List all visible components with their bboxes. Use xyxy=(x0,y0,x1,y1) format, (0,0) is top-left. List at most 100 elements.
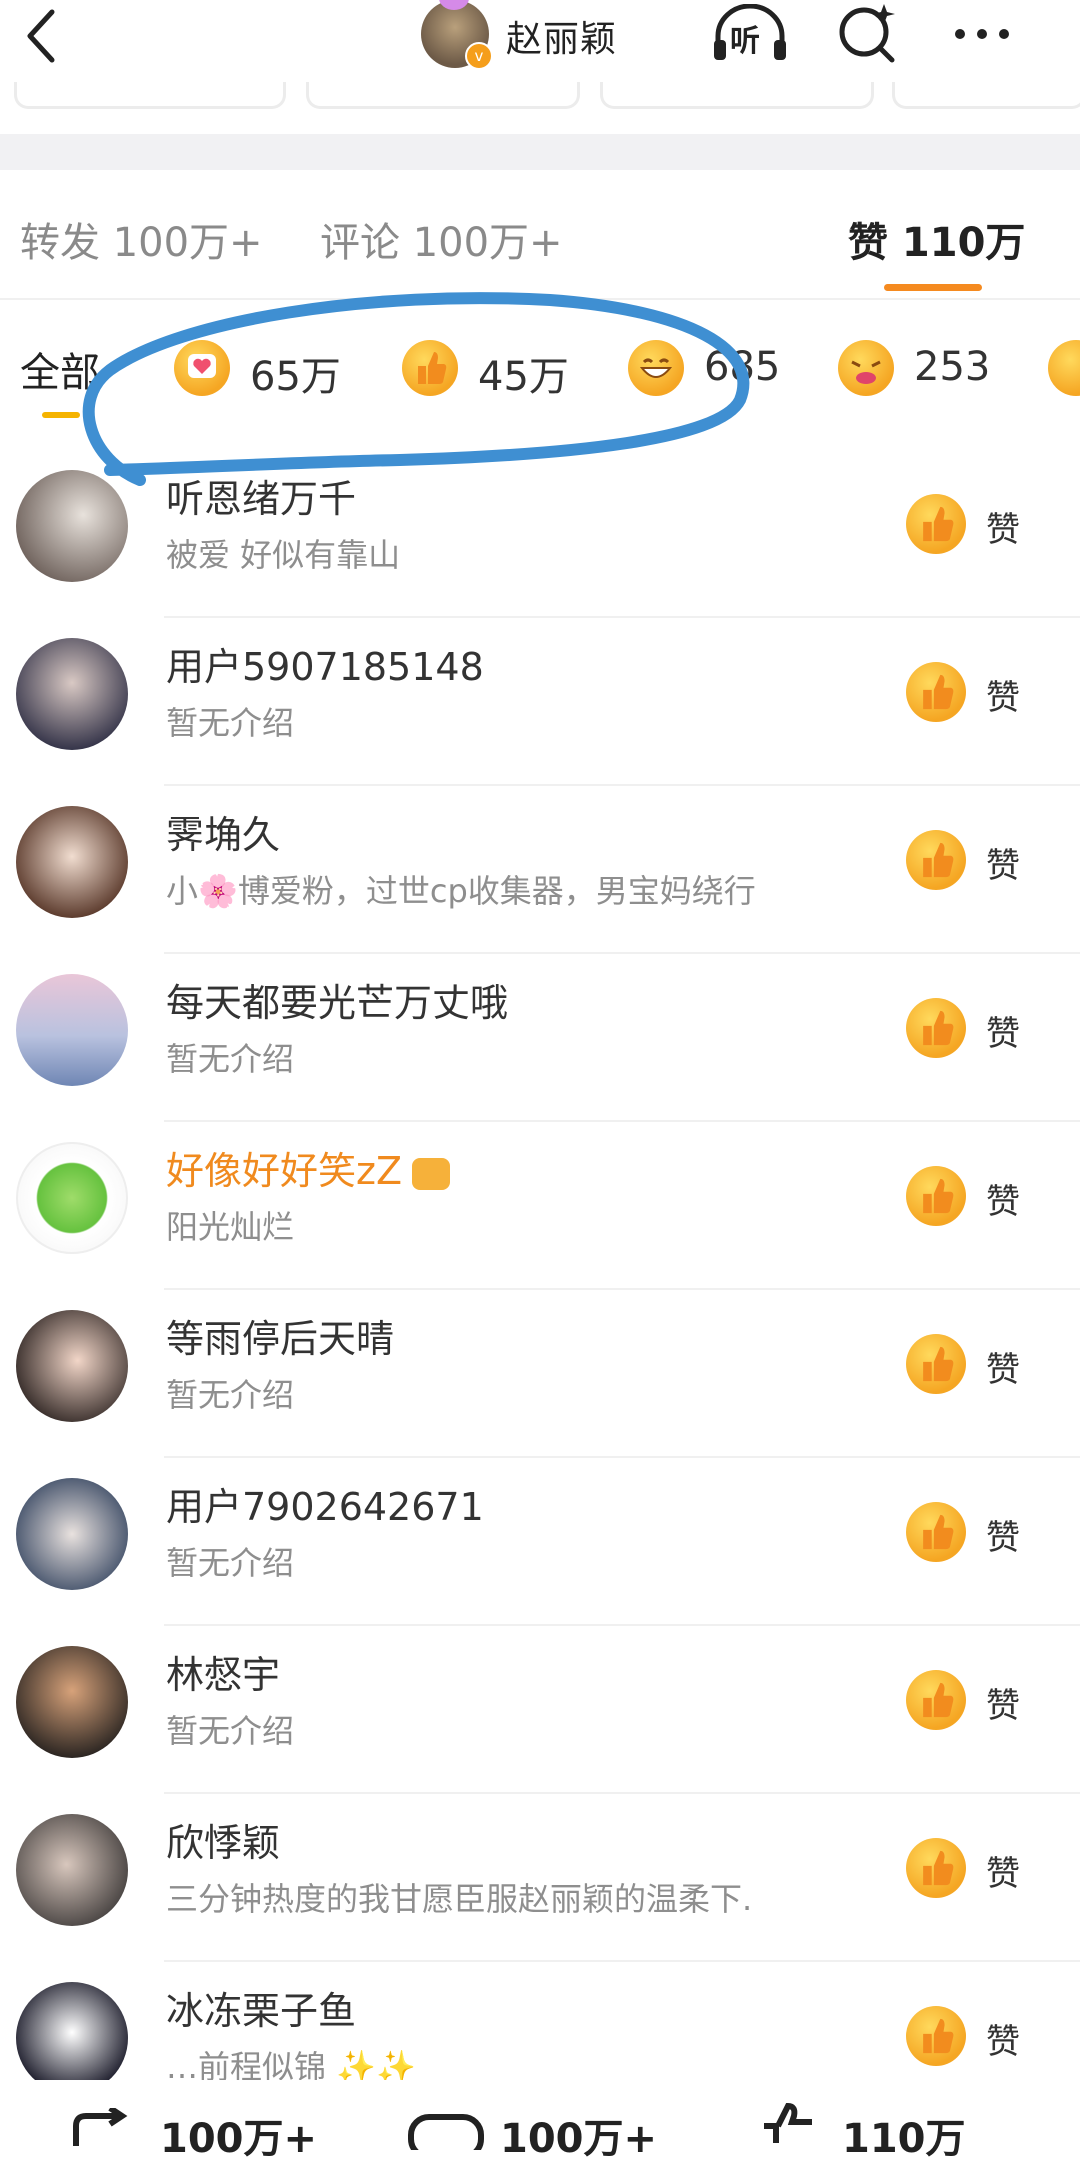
user-bio: 暂无介绍 xyxy=(166,1712,295,1750)
list-item[interactable]: 林惄宇 暂无介绍 赞 xyxy=(0,1626,1080,1794)
like-label: 赞 xyxy=(986,2022,1020,2062)
like-button[interactable]: 赞 xyxy=(906,494,1038,556)
avatar[interactable] xyxy=(16,1478,128,1590)
back-arrow-icon[interactable] xyxy=(22,8,62,64)
filter-all-indicator xyxy=(42,412,80,418)
search-icon[interactable] xyxy=(836,0,900,64)
list-item[interactable]: 用户5907185148 暂无介绍 赞 xyxy=(0,618,1080,786)
vip-crown-icon xyxy=(411,1157,450,1190)
thumbs-up-icon xyxy=(906,1838,966,1898)
list-item[interactable]: 欣悸颖 三分钟热度的我甘愿臣服赵丽颖的温柔下. 赞 xyxy=(0,1794,1080,1962)
list-item[interactable]: 等雨停后天晴 暂无介绍 赞 xyxy=(0,1290,1080,1458)
user-name[interactable]: 每天都要光芒万丈哦 xyxy=(166,972,508,1027)
avatar[interactable] xyxy=(16,1142,128,1254)
user-bio: 小🌸博爱粉，过世cp收集器，男宝妈绕行 xyxy=(166,872,756,910)
listen-headphones-icon[interactable]: 听 xyxy=(710,3,790,64)
avatar[interactable] xyxy=(16,1646,128,1758)
list-item[interactable]: 每天都要光芒万丈哦 暂无介绍 赞 xyxy=(0,954,1080,1122)
repost-count[interactable]: 100万+ xyxy=(160,2106,317,2164)
user-bio: 暂无介绍 xyxy=(166,704,295,742)
repost-icon[interactable] xyxy=(70,2108,140,2148)
user-bio: 暂无介绍 xyxy=(166,1376,295,1414)
thumbs-up-icon xyxy=(906,1502,966,1562)
avatar[interactable] xyxy=(16,806,128,918)
section-divider xyxy=(0,134,1080,170)
chip-edge xyxy=(600,82,874,109)
thumbs-up-icon xyxy=(906,998,966,1058)
user-name-text: 好像好好笑zZ xyxy=(166,1149,402,1193)
like-label: 赞 xyxy=(986,1854,1020,1894)
comment-count[interactable]: 100万+ xyxy=(500,2106,657,2164)
like-button[interactable]: 赞 xyxy=(906,2006,1038,2068)
list-item[interactable]: 听恩绪万千 被爱 好似有靠山 赞 xyxy=(0,450,1080,618)
like-button[interactable]: 赞 xyxy=(906,1334,1038,1396)
more-options-icon[interactable] xyxy=(950,14,1014,54)
like-button[interactable]: 赞 xyxy=(906,1502,1038,1564)
thumbs-up-icon xyxy=(402,340,458,396)
profile-avatar[interactable]: v xyxy=(421,0,493,70)
user-name[interactable]: 用户7902642671 xyxy=(166,1476,484,1531)
user-name[interactable]: 冰冻栗子鱼 xyxy=(166,1980,356,2035)
active-tab-indicator xyxy=(884,284,982,291)
avatar[interactable] xyxy=(16,1814,128,1926)
divider xyxy=(0,298,1080,300)
user-bio: 被爱 好似有靠山 xyxy=(166,536,401,574)
chip-edge xyxy=(14,82,286,109)
like-outline-icon[interactable] xyxy=(756,2100,826,2143)
verified-badge-icon: v xyxy=(465,42,493,70)
user-name[interactable]: 霁埆久 xyxy=(166,804,280,859)
user-bio: 暂无介绍 xyxy=(166,1040,295,1078)
laugh-icon xyxy=(628,340,684,396)
like-button[interactable]: 赞 xyxy=(906,1166,1038,1228)
user-name[interactable]: 好像好好笑zZ xyxy=(166,1140,450,1195)
comment-icon[interactable] xyxy=(408,2114,484,2150)
cry-icon xyxy=(838,340,894,396)
user-bio: 暂无介绍 xyxy=(166,1544,295,1582)
user-name[interactable]: 欣悸颖 xyxy=(166,1812,280,1867)
reaction-icon xyxy=(1048,340,1080,396)
like-label: 赞 xyxy=(986,1014,1020,1054)
user-name[interactable]: 听恩绪万千 xyxy=(166,468,356,523)
like-label: 赞 xyxy=(986,510,1020,550)
thumbs-up-icon xyxy=(906,2006,966,2066)
thumbs-up-icon xyxy=(906,494,966,554)
like-count[interactable]: 110万 xyxy=(842,2106,966,2164)
user-name[interactable]: 等雨停后天晴 xyxy=(166,1308,394,1363)
avatar[interactable] xyxy=(16,1310,128,1422)
filter-all[interactable]: 全部 xyxy=(20,340,100,398)
like-button[interactable]: 赞 xyxy=(906,1838,1038,1900)
tab-comment[interactable]: 评论 100万+ xyxy=(320,210,563,268)
chip-edge xyxy=(306,82,580,109)
tab-repost[interactable]: 转发 100万+ xyxy=(20,210,263,268)
thumbs-up-icon xyxy=(906,1670,966,1730)
user-name[interactable]: 用户5907185148 xyxy=(166,636,484,691)
like-button[interactable]: 赞 xyxy=(906,830,1038,892)
avatar[interactable] xyxy=(16,638,128,750)
list-item[interactable]: 好像好好笑zZ 阳光灿烂 赞 xyxy=(0,1122,1080,1290)
top-nav-bar: v 赵丽颖 听 xyxy=(0,0,1080,84)
like-button[interactable]: 赞 xyxy=(906,1670,1038,1732)
filter-count: 45万 xyxy=(478,354,569,400)
user-bio: 阳光灿烂 xyxy=(166,1208,295,1246)
like-label: 赞 xyxy=(986,846,1020,886)
user-bio: 三分钟热度的我甘愿臣服赵丽颖的温柔下. xyxy=(166,1880,753,1918)
avatar[interactable] xyxy=(16,470,128,582)
thumbs-up-icon xyxy=(906,1334,966,1394)
thumbs-up-icon xyxy=(906,1166,966,1226)
list-item[interactable]: 霁埆久 小🌸博爱粉，过世cp收集器，男宝妈绕行 赞 xyxy=(0,786,1080,954)
thumbs-up-icon xyxy=(906,830,966,890)
like-label: 赞 xyxy=(986,1518,1020,1558)
like-button[interactable]: 赞 xyxy=(906,662,1038,724)
like-label: 赞 xyxy=(986,678,1020,718)
like-label: 赞 xyxy=(986,1350,1020,1390)
page-title[interactable]: 赵丽颖 xyxy=(506,10,617,62)
like-button[interactable]: 赞 xyxy=(906,998,1038,1060)
avatar[interactable] xyxy=(16,1982,128,2094)
list-item[interactable]: 用户7902642671 暂无介绍 赞 xyxy=(0,1458,1080,1626)
avatar[interactable] xyxy=(16,974,128,1086)
filter-count: 685 xyxy=(704,344,781,390)
user-name[interactable]: 林惄宇 xyxy=(166,1644,280,1699)
filter-count: 65万 xyxy=(250,354,341,400)
avatar-decoration xyxy=(439,0,469,10)
tab-like[interactable]: 赞 110万 xyxy=(848,210,1025,268)
